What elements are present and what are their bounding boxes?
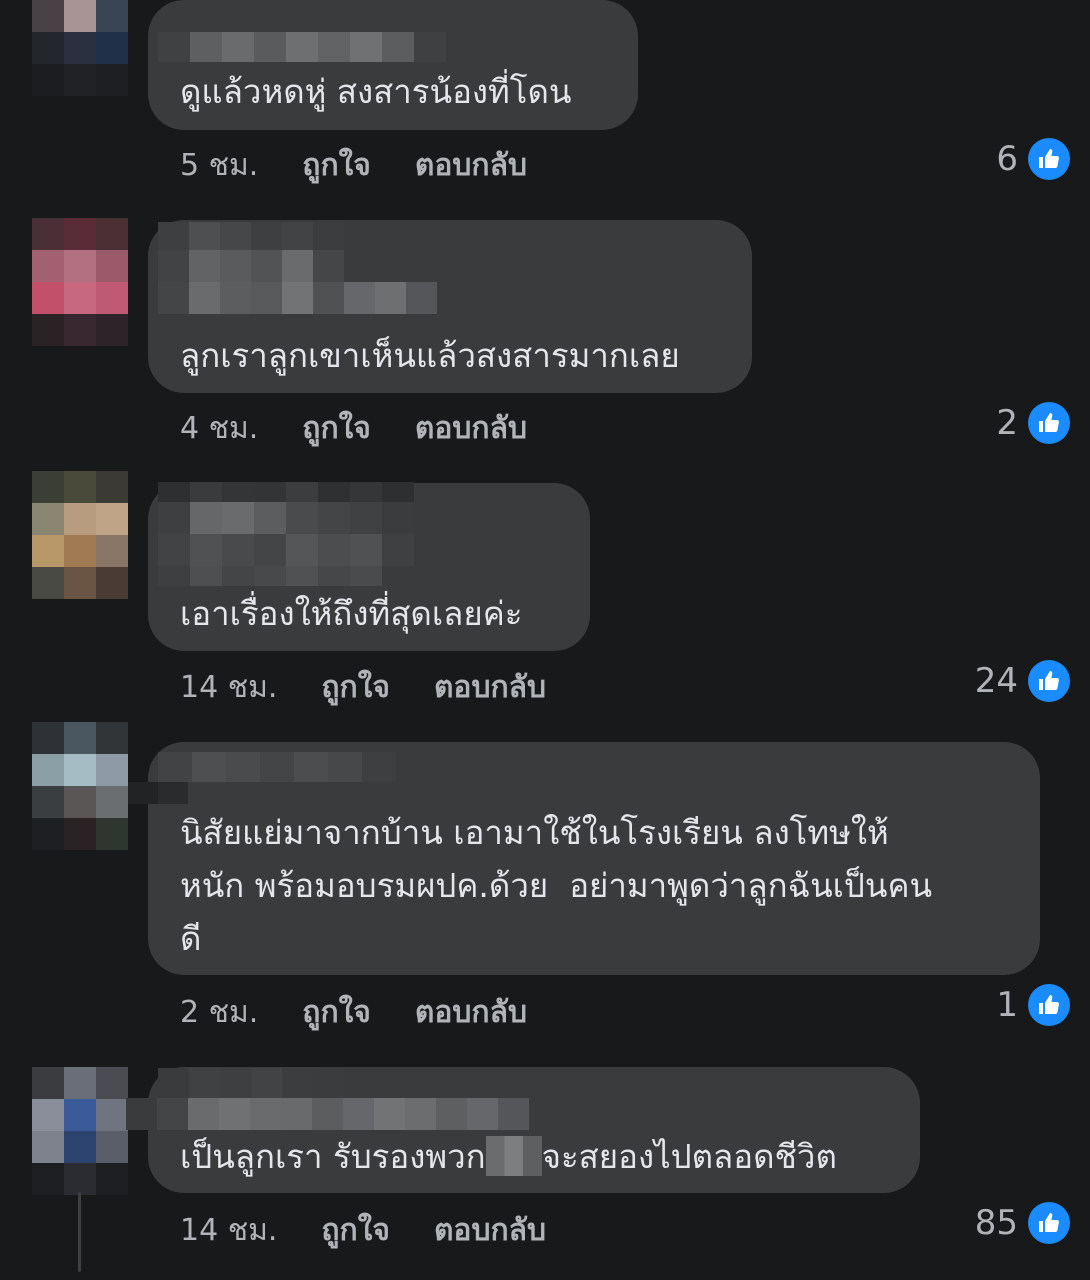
reply-button[interactable]: ตอบกลับ (415, 405, 527, 452)
reply-button[interactable]: ตอบกลับ (415, 142, 527, 189)
reply-button[interactable]: ตอบกลับ (415, 989, 527, 1036)
reaction-count: 2 (996, 403, 1018, 443)
comment-text-part: เป็นลูกเรา รับรองพวก (180, 1137, 486, 1176)
comment-actions: 14 ชม. ถูกใจ ตอบกลับ (180, 664, 546, 711)
commenter-name[interactable] (158, 482, 414, 502)
commenter-name-blur (158, 282, 437, 314)
reaction-count: 85 (974, 1203, 1018, 1243)
comment-text: เป็นลูกเรา รับรองพวก จะสยองไปตลอดชีวิต (180, 1130, 837, 1183)
comment-actions: 4 ชม. ถูกใจ ตอบกลับ (180, 405, 527, 452)
comment-actions: 14 ชม. ถูกใจ ตอบกลับ (180, 1207, 546, 1254)
avatar[interactable] (32, 1067, 128, 1195)
thumbs-up-icon (1028, 984, 1070, 1026)
reaction-count: 6 (996, 139, 1018, 179)
comment-text: ลูกเราลูกเขาเห็นแล้วสงสารมากเลย (180, 336, 680, 375)
comment-time[interactable]: 4 ชม. (180, 405, 258, 452)
reaction-count: 1 (996, 985, 1018, 1025)
comment-text: นิสัยแย่มาจากบ้าน เอามาใช้ในโรงเรียน ลงโ… (180, 813, 933, 958)
commenter-name-blur (128, 782, 188, 804)
avatar[interactable] (32, 722, 128, 850)
commenter-name-blur (158, 250, 344, 282)
reaction-summary[interactable]: 6 (996, 138, 1070, 180)
reply-thread-line (78, 1192, 81, 1272)
reaction-summary[interactable]: 1 (996, 984, 1070, 1026)
like-button[interactable]: ถูกใจ (321, 1207, 390, 1254)
commenter-name[interactable] (158, 32, 446, 62)
thumbs-up-icon (1028, 138, 1070, 180)
comment-text: เอาเรื่องให้ถึงที่สุดเลยค่ะ (180, 594, 523, 633)
reaction-summary[interactable]: 24 (975, 660, 1070, 702)
commenter-name[interactable] (158, 1068, 344, 1098)
commenter-name-blur (158, 502, 414, 534)
comment-actions: 2 ชม. ถูกใจ ตอบกลับ (180, 989, 527, 1036)
like-button[interactable]: ถูกใจ (302, 405, 371, 452)
comment-time[interactable]: 14 ชม. (180, 664, 277, 711)
commenter-name-blur (126, 1098, 529, 1130)
reply-button[interactable]: ตอบกลับ (434, 1207, 546, 1254)
reaction-summary[interactable]: 85 (975, 1202, 1070, 1244)
reply-button[interactable]: ตอบกลับ (434, 664, 546, 711)
thumbs-up-icon (1028, 660, 1070, 702)
commenter-name[interactable] (158, 752, 396, 782)
commenter-name[interactable] (158, 222, 344, 250)
like-button[interactable]: ถูกใจ (302, 142, 371, 189)
comment-actions: 5 ชม. ถูกใจ ตอบกลับ (180, 142, 527, 189)
avatar[interactable] (32, 0, 128, 96)
commenter-name-blur (158, 566, 382, 586)
avatar[interactable] (32, 471, 128, 599)
like-button[interactable]: ถูกใจ (321, 664, 390, 711)
comment-text-part: จะสยองไปตลอดชีวิต (541, 1137, 837, 1176)
reaction-count: 24 (974, 661, 1018, 701)
avatar[interactable] (32, 218, 128, 346)
thumbs-up-icon (1028, 1202, 1070, 1244)
reaction-summary[interactable]: 2 (996, 402, 1070, 444)
like-button[interactable]: ถูกใจ (302, 989, 371, 1036)
thumbs-up-icon (1028, 402, 1070, 444)
comments-feed: ดูแล้วหดหู่ สงสารน้องที่โดน 5 ชม. ถูกใจ … (0, 0, 1090, 1280)
comment-time[interactable]: 5 ชม. (180, 142, 258, 189)
comment-text: ดูแล้วหดหู่ สงสารน้องที่โดน (180, 72, 572, 111)
comment-time[interactable]: 14 ชม. (180, 1207, 277, 1254)
commenter-name-blur (158, 534, 414, 566)
comment-time[interactable]: 2 ชม. (180, 989, 258, 1036)
redacted-word (485, 1136, 542, 1176)
